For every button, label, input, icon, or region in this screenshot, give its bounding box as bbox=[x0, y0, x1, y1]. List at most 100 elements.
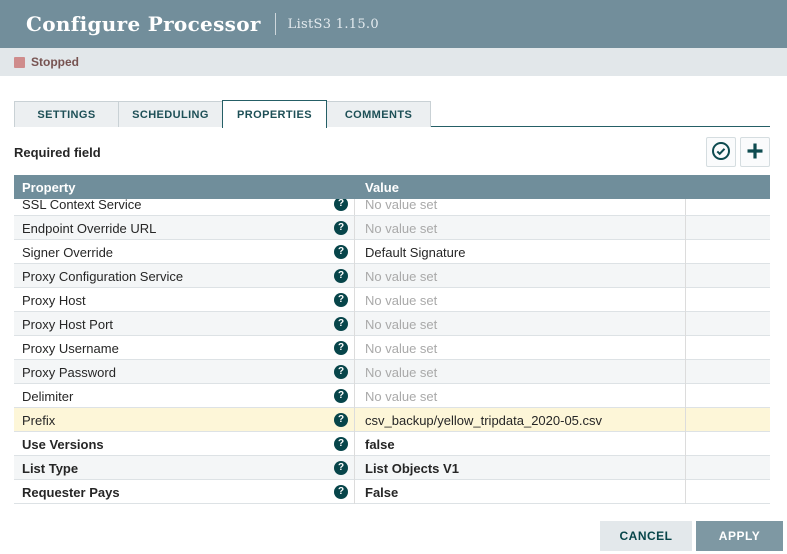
property-value-cell[interactable]: csv_backup/yellow_tripdata_2020-05.csv bbox=[355, 408, 686, 432]
row-extra-cell bbox=[686, 336, 770, 360]
dialog-footer: CANCEL APPLY bbox=[600, 521, 783, 551]
table-row: Delimiter? No value set bbox=[14, 384, 770, 408]
property-value-cell[interactable]: No value set bbox=[355, 216, 686, 240]
property-value-cell[interactable]: Default Signature bbox=[355, 240, 686, 264]
property-name: Requester Pays bbox=[22, 485, 120, 500]
table-row: Proxy Password?No value set bbox=[14, 360, 770, 384]
property-name: List Type bbox=[22, 461, 78, 476]
apply-button[interactable]: APPLY bbox=[696, 521, 783, 551]
property-name-cell: Proxy Password? bbox=[14, 360, 355, 384]
row-extra-cell bbox=[686, 408, 770, 432]
property-name-cell: Proxy Configuration Service? bbox=[14, 264, 355, 288]
property-name-cell: Proxy Host? bbox=[14, 288, 355, 312]
check-circle-icon bbox=[711, 141, 731, 164]
property-value-cell[interactable]: No value set bbox=[355, 288, 686, 312]
add-property-button[interactable] bbox=[740, 137, 770, 167]
property-name: Proxy Host bbox=[22, 293, 86, 308]
row-extra-cell bbox=[686, 288, 770, 312]
help-icon: ? bbox=[334, 269, 348, 283]
table-row: Use Versions?false bbox=[14, 432, 770, 456]
property-value-cell[interactable]: List Objects V1 bbox=[355, 456, 686, 480]
row-extra-cell bbox=[686, 240, 770, 264]
table-row: Proxy Username?No value set bbox=[14, 336, 770, 360]
help-icon: ? bbox=[334, 437, 348, 451]
property-name: Delimiter bbox=[22, 389, 73, 404]
property-name: Proxy Configuration Service bbox=[22, 269, 183, 284]
dialog-title: Configure Processor bbox=[26, 12, 261, 36]
table-row: Proxy Configuration Service?No value set bbox=[14, 264, 770, 288]
property-value-cell[interactable]: No value set bbox=[355, 199, 686, 216]
help-icon: ? bbox=[334, 199, 348, 211]
table-row: Signer Override?Default Signature bbox=[14, 240, 770, 264]
tab-comments[interactable]: COMMENTS bbox=[326, 101, 431, 127]
tab-scheduling[interactable]: SCHEDULING bbox=[118, 101, 223, 127]
property-name: Prefix bbox=[22, 413, 55, 428]
status-label: Stopped bbox=[31, 55, 79, 69]
processor-status-bar: Stopped bbox=[0, 48, 787, 76]
help-icon: ? bbox=[334, 365, 348, 379]
property-name-cell: Signer Override? bbox=[14, 240, 355, 264]
table-row: Proxy Host?No value set bbox=[14, 288, 770, 312]
table-row: Requester Pays? False bbox=[14, 480, 770, 504]
help-icon: ? bbox=[334, 317, 348, 331]
table-row: Proxy Host Port?No value set bbox=[14, 312, 770, 336]
help-icon: ? bbox=[334, 245, 348, 259]
property-name: Endpoint Override URL bbox=[22, 221, 156, 236]
cancel-button[interactable]: CANCEL bbox=[600, 521, 692, 551]
tab-properties[interactable]: PROPERTIES bbox=[222, 100, 327, 128]
table-row: Endpoint Override URL?No value set bbox=[14, 216, 770, 240]
row-extra-cell bbox=[686, 384, 770, 408]
table-row: List Type?List Objects V1 bbox=[14, 456, 770, 480]
property-value-cell[interactable]: No value set bbox=[355, 264, 686, 288]
row-extra-cell bbox=[686, 312, 770, 336]
help-icon: ? bbox=[334, 461, 348, 475]
property-name: Proxy Host Port bbox=[22, 317, 113, 332]
row-extra-cell bbox=[686, 360, 770, 384]
column-header-property: Property bbox=[14, 180, 355, 195]
properties-panel-header: Required field bbox=[14, 137, 770, 167]
table-row: Prefix?csv_backup/yellow_tripdata_2020-0… bbox=[14, 408, 770, 432]
property-value-cell[interactable]: No value set bbox=[355, 312, 686, 336]
property-value-cell[interactable]: No value set bbox=[355, 336, 686, 360]
property-name-cell: Prefix? bbox=[14, 408, 355, 432]
property-name-cell: SSL Context Service? bbox=[14, 199, 355, 216]
property-value-cell[interactable]: No value set bbox=[355, 384, 686, 408]
property-name-cell: Proxy Username? bbox=[14, 336, 355, 360]
property-name: Proxy Username bbox=[22, 341, 119, 356]
row-extra-cell bbox=[686, 199, 770, 216]
help-icon: ? bbox=[334, 221, 348, 235]
property-name: Signer Override bbox=[22, 245, 113, 260]
property-name: SSL Context Service bbox=[22, 199, 141, 212]
property-value-cell[interactable]: No value set bbox=[355, 360, 686, 384]
required-field-label: Required field bbox=[14, 145, 101, 160]
row-extra-cell bbox=[686, 216, 770, 240]
tab-settings[interactable]: SETTINGS bbox=[14, 101, 119, 127]
property-value-cell[interactable]: false bbox=[355, 432, 686, 456]
processor-name-version: ListS3 1.15.0 bbox=[288, 17, 379, 32]
row-extra-cell bbox=[686, 480, 770, 504]
help-icon: ? bbox=[334, 293, 348, 307]
dialog-titlebar: Configure Processor ListS3 1.15.0 bbox=[0, 0, 787, 48]
column-header-value: Value bbox=[355, 180, 686, 195]
help-icon: ? bbox=[334, 485, 348, 499]
verify-properties-button[interactable] bbox=[706, 137, 736, 167]
plus-icon bbox=[746, 142, 764, 163]
row-extra-cell bbox=[686, 264, 770, 288]
row-extra-cell bbox=[686, 456, 770, 480]
stopped-status-icon bbox=[14, 57, 25, 68]
row-extra-cell bbox=[686, 432, 770, 456]
property-name-cell: Proxy Host Port? bbox=[14, 312, 355, 336]
table-body: SSL Context Service?No value setEndpoint… bbox=[14, 199, 770, 504]
help-icon: ? bbox=[334, 341, 348, 355]
table-header-row: Property Value bbox=[14, 175, 770, 199]
property-name-cell: Endpoint Override URL? bbox=[14, 216, 355, 240]
property-actions bbox=[706, 137, 770, 167]
title-separator bbox=[275, 13, 276, 35]
property-name-cell: List Type? bbox=[14, 456, 355, 480]
help-icon: ? bbox=[334, 389, 348, 403]
property-value-cell[interactable]: False bbox=[355, 480, 686, 504]
tab-bar: SETTINGS SCHEDULING PROPERTIES COMMENTS bbox=[14, 100, 770, 127]
property-name-cell: Use Versions? bbox=[14, 432, 355, 456]
table-row: SSL Context Service?No value set bbox=[14, 199, 770, 216]
property-name: Proxy Password bbox=[22, 365, 116, 380]
